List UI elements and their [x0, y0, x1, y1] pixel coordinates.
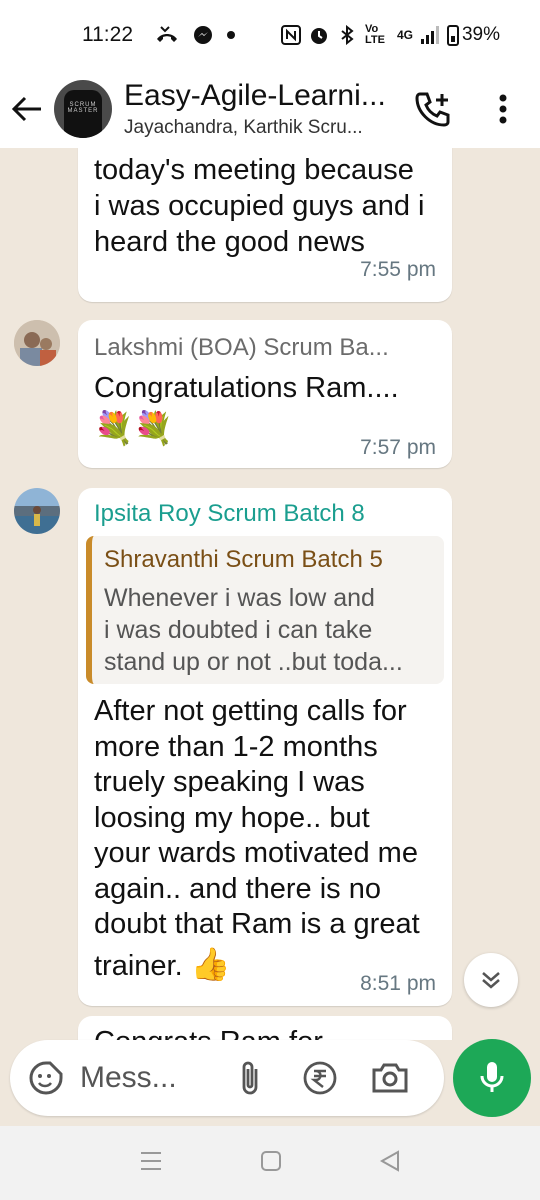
message-input[interactable]: Mess... [80, 1061, 200, 1095]
message-line: your wards motivated me [94, 837, 418, 869]
quoted-line: stand up or not ..but toda... [104, 648, 403, 676]
message-line: heard the good news [94, 226, 365, 258]
sticker-emoji-icon [29, 1061, 63, 1095]
message-bubble[interactable]: Ipsita Roy Scrum Batch 8 Shravanthi Scru… [78, 488, 452, 1006]
message-line: loosing my hope.. but [94, 801, 370, 834]
message-text: Congrats Ram for [94, 1024, 323, 1040]
battery-icon [446, 24, 459, 46]
quoted-message[interactable]: Shravanthi Scrum Batch 5 Whenever i was … [86, 536, 444, 684]
sender-avatar[interactable] [14, 320, 60, 366]
message-line: After not getting calls for [94, 695, 407, 727]
message-line: truely speaking I was [94, 766, 365, 798]
quoted-line: Whenever i was low and [104, 584, 375, 612]
message-line: more than 1-2 months [94, 730, 378, 763]
add-call-button[interactable] [410, 86, 456, 132]
more-options-button[interactable] [480, 86, 526, 132]
scroll-to-bottom-button[interactable] [464, 953, 518, 1007]
system-back-button[interactable] [379, 1149, 401, 1177]
attach-button[interactable] [230, 1058, 270, 1098]
shirt-graphic [64, 90, 102, 138]
status-system-icons: Vo LTE 4G 39% [280, 23, 500, 46]
system-nav-bar [0, 1126, 540, 1200]
triangle-back-icon [380, 1149, 400, 1172]
message-line: i was occupied guys and i [94, 190, 425, 222]
voice-message-button[interactable] [453, 1039, 531, 1117]
payment-button[interactable] [300, 1058, 340, 1098]
messenger-icon [194, 26, 212, 44]
status-time: 11:22 [82, 23, 133, 46]
avatar-logo-text: SCRUM MASTER [67, 102, 99, 114]
group-avatar[interactable]: SCRUM MASTER [54, 80, 112, 138]
message-bubble[interactable]: Lakshmi (BOA) Scrum Ba... Congratulation… [78, 320, 452, 468]
chat-header: SCRUM MASTER Easy-Agile-Learni... Jayach… [0, 70, 540, 148]
message-line: today's meeting because [94, 154, 414, 186]
recent-apps-button[interactable] [139, 1150, 163, 1177]
status-bar: 11:22 Vo LTE 4G 39% [0, 0, 540, 70]
message-text: Congratulations Ram.... [94, 372, 399, 404]
camera-button[interactable] [370, 1058, 410, 1098]
network-type: 4G [396, 28, 413, 42]
phone-add-icon [415, 92, 450, 127]
chat-info[interactable]: Easy-Agile-Learni... Jayachandra, Karthi… [124, 79, 394, 139]
arrow-left-icon [11, 96, 41, 122]
quoted-line: i was doubted i can take [104, 616, 373, 644]
message-bubble[interactable]: Congrats Ram for [78, 1016, 452, 1040]
message-line: doubt that Ram is a great [94, 908, 420, 940]
signal-icon [420, 26, 439, 44]
message-line: again.. and there is no [94, 872, 381, 905]
alarm-icon [310, 28, 327, 44]
microphone-icon [480, 1062, 504, 1092]
message-composer: Mess... [10, 1040, 444, 1116]
home-button[interactable] [260, 1150, 282, 1177]
person-photo-icon [14, 320, 60, 366]
message-text: After not getting calls for more than 1-… [94, 694, 420, 984]
chat-title: Easy-Agile-Learni... [124, 79, 386, 112]
person-photo-icon [14, 488, 60, 534]
message-time: 8:51 pm [360, 972, 436, 995]
emoji-button[interactable] [26, 1058, 66, 1098]
sender-name[interactable]: Ipsita Roy Scrum Batch 8 [94, 500, 365, 528]
message-list[interactable]: today's meeting because i was occupied g… [0, 148, 540, 1040]
quoted-text: Whenever i was low and i was doubted i c… [104, 582, 432, 678]
bluetooth-icon [341, 25, 354, 45]
battery-indicator: 39% [446, 24, 500, 46]
camera-icon [372, 1063, 408, 1093]
bouquet-emoji: 💐💐 [94, 410, 174, 446]
more-vertical-icon [499, 94, 507, 124]
message-last-line: trainer. [94, 949, 183, 982]
message-text: today's meeting because i was occupied g… [94, 152, 424, 260]
paperclip-icon [242, 1061, 258, 1095]
nfc-icon [280, 25, 301, 45]
volte-label: Vo LTE [364, 23, 385, 46]
sender-avatar[interactable] [14, 488, 60, 534]
battery-percent: 39% [461, 24, 500, 45]
message-time: 7:57 pm [360, 436, 436, 459]
rupee-icon [303, 1061, 337, 1095]
thumbs-up-emoji: 👍 [190, 945, 231, 982]
message-bubble[interactable]: today's meeting because i was occupied g… [78, 148, 452, 302]
back-button[interactable] [0, 70, 54, 148]
dot-icon [227, 31, 235, 39]
message-time: 7:55 pm [360, 258, 436, 281]
double-chevron-down-icon [482, 972, 500, 989]
sender-name[interactable]: Lakshmi (BOA) Scrum Ba... [94, 334, 389, 362]
missed-call-icon [157, 26, 177, 42]
menu-lines-icon [140, 1151, 161, 1170]
status-notification-icons [155, 25, 235, 45]
quoted-sender-name: Shravanthi Scrum Batch 5 [104, 546, 383, 573]
square-icon [260, 1150, 281, 1171]
chat-members: Jayachandra, Karthik Scru... [124, 117, 363, 138]
